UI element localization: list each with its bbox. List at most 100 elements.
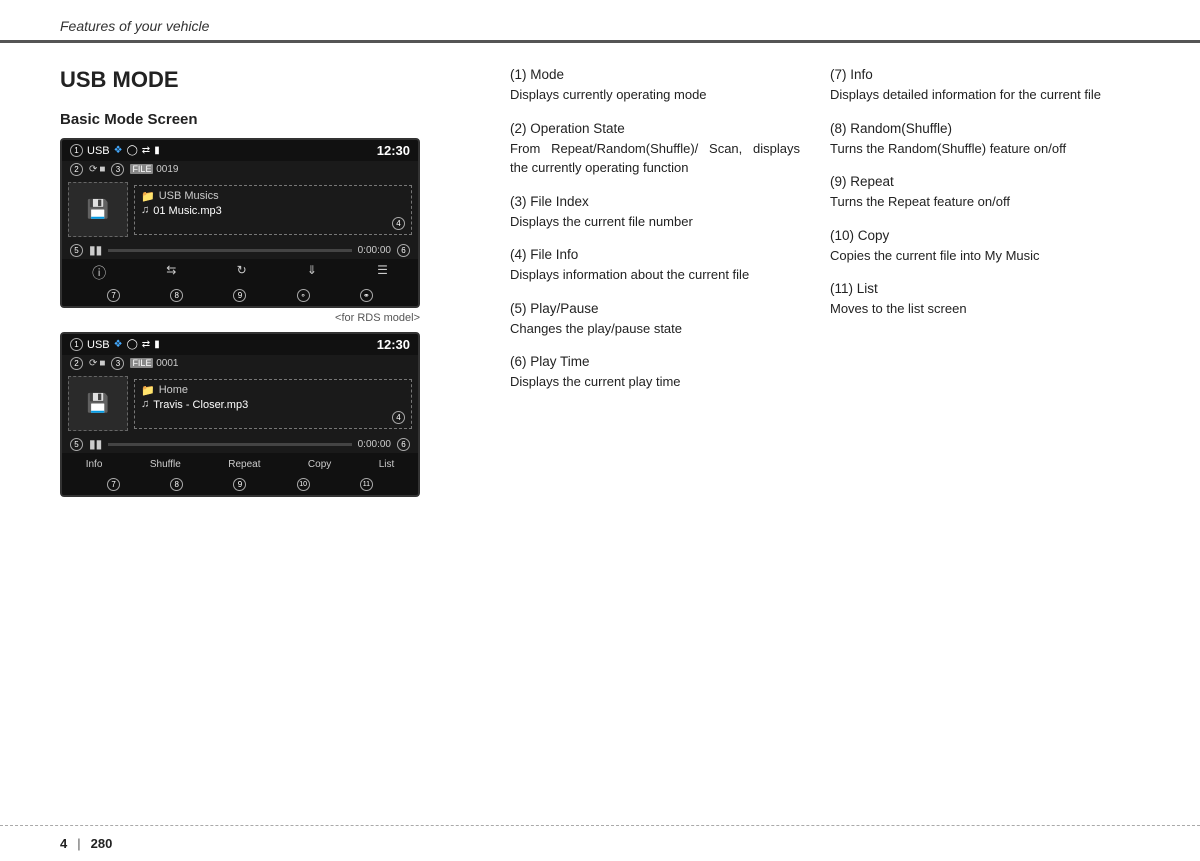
desc-mid-title-5: (6) Play Time xyxy=(510,354,800,369)
pause-icon-2: ▮▮ xyxy=(89,437,102,451)
circle-10b: 10 xyxy=(297,478,310,491)
page-footer: 4 | 280 xyxy=(0,825,1200,861)
desc-mid-title-1: (2) Operation State xyxy=(510,121,800,136)
screen2-label: USB xyxy=(87,339,110,351)
screen2-mid: 💾 📁 Home ♫ Travis - Closer.mp3 4 xyxy=(62,372,418,435)
chapter-num: 4 xyxy=(60,836,67,851)
progress-bar-2 xyxy=(108,443,351,446)
screen2-topbar: 1 USB ❖ ◯ ⇄ ▮ 12:30 xyxy=(62,334,418,355)
desc-right-item-1: (8) Random(Shuffle) Turns the Random(Shu… xyxy=(830,121,1120,159)
list-icon: ☰ xyxy=(377,263,388,283)
screen1-mid: 💾 📁 USB Musics ♫ 01 Music.mp3 4 xyxy=(62,178,418,241)
right-column: (7) Info Displays detailed information f… xyxy=(800,67,1120,501)
circle-11: ⚭ xyxy=(360,289,373,302)
circle-5b: 5 xyxy=(70,438,83,451)
left-column: USB MODE Basic Mode Screen 1 USB ❖ ◯ ⇄ ▮… xyxy=(60,67,480,501)
circle-11b: 11 xyxy=(360,478,373,491)
middle-column: (1) Mode Displays currently operating mo… xyxy=(480,67,800,501)
desc-mid-text-0: Displays currently operating mode xyxy=(510,85,800,105)
screen1-bottom: ⓘ ⇆ ↻ ⇓ ☰ xyxy=(62,259,418,287)
desc-mid-title-0: (1) Mode xyxy=(510,67,800,82)
circle4-container: 4 xyxy=(141,217,405,230)
screen2-info: 📁 Home ♫ Travis - Closer.mp3 4 xyxy=(134,379,412,429)
copy-icon: ⇓ xyxy=(307,263,317,283)
circle-10: ⚬ xyxy=(297,289,310,302)
desc-mid-title-2: (3) File Index xyxy=(510,194,800,209)
circle-6b: 6 xyxy=(397,438,410,451)
desc-right-text-2: Turns the Repeat feature on/off xyxy=(830,192,1120,212)
screen1-num-labels: 7 8 9 ⚬ ⚭ xyxy=(62,287,418,306)
operation-state-icons: ⟳ ■ xyxy=(89,164,105,175)
circle-3: 3 xyxy=(111,163,124,176)
desc-right-title-1: (8) Random(Shuffle) xyxy=(830,121,1120,136)
screen2-folder-row: 📁 Home xyxy=(141,384,405,397)
desc-mid-text-2: Displays the current file number xyxy=(510,212,800,232)
music-icon: ♫ xyxy=(141,204,149,216)
screen-mockup-1: 1 USB ❖ ◯ ⇄ ▮ 12:30 2 ⟳ ■ 3 FILE xyxy=(60,138,420,308)
main-content: USB MODE Basic Mode Screen 1 USB ❖ ◯ ⇄ ▮… xyxy=(0,43,1200,501)
operation-state-icons-2: ⟳ ■ xyxy=(89,358,105,369)
desc-right-title-3: (10) Copy xyxy=(830,228,1120,243)
header-title: Features of your vehicle xyxy=(60,18,209,34)
circle4b-container: 4 xyxy=(141,411,405,424)
circle-1b: 1 xyxy=(70,338,83,351)
desc-mid-item-0: (1) Mode Displays currently operating mo… xyxy=(510,67,800,105)
screen2-progress: 5 ▮▮ 0:00:00 6 xyxy=(62,435,418,453)
screen2-btn-repeat: Repeat xyxy=(224,457,264,472)
folder-icon: 📁 xyxy=(141,190,155,203)
desc-right-title-0: (7) Info xyxy=(830,67,1120,82)
screen1-playtime: 0:00:00 xyxy=(358,245,391,256)
screen2-subbar: 2 ⟳ ■ 3 FILE 0001 xyxy=(62,355,418,372)
screen2-thumbnail: 💾 xyxy=(68,376,128,431)
desc-right-item-4: (11) List Moves to the list screen xyxy=(830,281,1120,319)
circle-6: 6 xyxy=(397,244,410,257)
screen2-btn-shuffle: Shuffle xyxy=(146,457,185,472)
desc-mid-text-1: From Repeat/Random(Shuffle)/ Scan, displ… xyxy=(510,139,800,178)
screen2-time: 12:30 xyxy=(377,337,410,352)
circle-7b: 7 xyxy=(107,478,120,491)
desc-right-text-1: Turns the Random(Shuffle) feature on/off xyxy=(830,139,1120,159)
desc-right-title-4: (11) List xyxy=(830,281,1120,296)
usb-drive-icon-2: 💾 xyxy=(87,393,109,414)
shuffle-icon: ⇆ xyxy=(166,263,176,283)
desc-right-item-3: (10) Copy Copies the current file into M… xyxy=(830,228,1120,266)
screen1-thumbnail: 💾 xyxy=(68,182,128,237)
desc-right-text-3: Copies the current file into My Music xyxy=(830,246,1120,266)
screen2-btn-list: List xyxy=(375,457,399,472)
music-icon-2: ♫ xyxy=(141,398,149,410)
progress-bar xyxy=(108,249,351,252)
screen1-label: USB xyxy=(87,145,110,157)
screen1-track-row: ♫ 01 Music.mp3 xyxy=(141,203,405,217)
page-num: 280 xyxy=(91,836,113,851)
screen2-track-row: ♫ Travis - Closer.mp3 xyxy=(141,397,405,411)
circle-9: 9 xyxy=(233,289,246,302)
desc-right-item-2: (9) Repeat Turns the Repeat feature on/o… xyxy=(830,174,1120,212)
wifi-icon: ◯ xyxy=(127,145,138,156)
desc-right-text-4: Moves to the list screen xyxy=(830,299,1120,319)
circle-8: 8 xyxy=(170,289,183,302)
desc-mid-text-3: Displays information about the current f… xyxy=(510,265,800,285)
screen2-playtime: 0:00:00 xyxy=(358,439,391,450)
screen-mockup-2: 1 USB ❖ ◯ ⇄ ▮ 12:30 2 ⟳ ■ 3 FILE xyxy=(60,332,420,497)
rds-note: <for RDS model> xyxy=(60,312,420,324)
circle-2b: 2 xyxy=(70,357,83,370)
usb-conn-icon-2: ⇄ xyxy=(142,339,150,350)
screen1-topbar: 1 USB ❖ ◯ ⇄ ▮ 12:30 xyxy=(62,140,418,161)
basic-mode-subtitle: Basic Mode Screen xyxy=(60,111,480,128)
screen1-file-badge: FILE 0019 xyxy=(130,164,178,175)
screen2-btn-copy: Copy xyxy=(304,457,335,472)
screen2-file-badge: FILE 0001 xyxy=(130,358,178,369)
desc-right-item-0: (7) Info Displays detailed information f… xyxy=(830,67,1120,105)
desc-mid-text-5: Displays the current play time xyxy=(510,372,800,392)
usb-conn-icon: ⇄ xyxy=(142,145,150,156)
desc-mid-item-5: (6) Play Time Displays the current play … xyxy=(510,354,800,392)
battery-icon: ▮ xyxy=(154,145,160,156)
screen1-subbar: 2 ⟳ ■ 3 FILE 0019 xyxy=(62,161,418,178)
bluetooth-icon: ❖ xyxy=(114,145,123,156)
desc-mid-text-4: Changes the play/pause state xyxy=(510,319,800,339)
screen2-bottom: Info Shuffle Repeat Copy List xyxy=(62,453,418,476)
circle-4: 4 xyxy=(392,217,405,230)
desc-right-text-0: Displays detailed information for the cu… xyxy=(830,85,1120,105)
screen2-num-labels: 7 8 9 10 11 xyxy=(62,476,418,495)
desc-mid-title-3: (4) File Info xyxy=(510,247,800,262)
